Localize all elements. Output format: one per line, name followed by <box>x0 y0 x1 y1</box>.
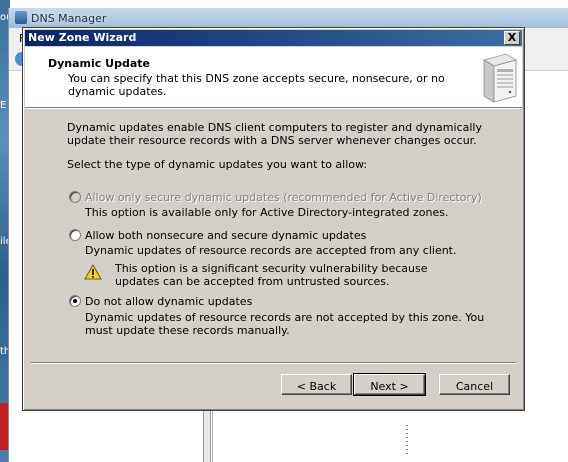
selection-prompt: Select the type of dynamic updates you w… <box>67 158 368 171</box>
radio-nonsecure-and-secure[interactable] <box>69 229 81 241</box>
option-secure-only-description: This option is available only for Active… <box>85 206 449 219</box>
close-icon[interactable]: X <box>504 31 520 45</box>
pane-splitter[interactable] <box>203 405 211 462</box>
wizard-titlebar[interactable]: New Zone Wizard X <box>25 30 522 46</box>
dns-manager-titlebar: DNS Manager <box>9 8 568 28</box>
button-separator <box>31 362 516 364</box>
dns-app-icon <box>15 11 27 24</box>
radio-do-not-allow[interactable] <box>69 295 81 307</box>
option-do-not-allow-label[interactable]: Do not allow dynamic updates <box>85 295 252 308</box>
dotted-divider <box>406 425 408 455</box>
option-nonsecure-and-secure-label[interactable]: Allow both nonsecure and secure dynamic … <box>85 229 366 242</box>
back-button[interactable]: < Back <box>281 374 352 395</box>
wizard-header: Dynamic Update You can specify that this… <box>25 47 522 108</box>
page-title: Dynamic Update <box>48 57 150 70</box>
wizard-title: New Zone Wizard <box>28 31 137 44</box>
radio-secure-only[interactable] <box>69 191 81 203</box>
cancel-button[interactable]: Cancel <box>439 374 510 395</box>
new-zone-wizard-dialog: New Zone Wizard X Dynamic Update You can… <box>22 27 525 411</box>
page-subtitle: You can specify that this DNS zone accep… <box>68 72 445 98</box>
warning-icon <box>84 264 102 280</box>
intro-text: Dynamic updates enable DNS client comput… <box>67 121 482 147</box>
option-do-not-allow-description: Dynamic updates of resource records are … <box>85 311 485 337</box>
option-nonsecure-and-secure-description: Dynamic updates of resource records are … <box>85 244 457 257</box>
dns-manager-title: DNS Manager <box>31 12 107 25</box>
header-divider <box>25 108 522 109</box>
next-button[interactable]: Next > <box>353 373 426 396</box>
radio-selected-dot <box>73 299 77 303</box>
option-secure-only-label[interactable]: Allow only secure dynamic updates (recom… <box>85 191 482 204</box>
server-icon <box>482 53 518 103</box>
security-warning-text: This option is a significant security vu… <box>115 262 428 288</box>
